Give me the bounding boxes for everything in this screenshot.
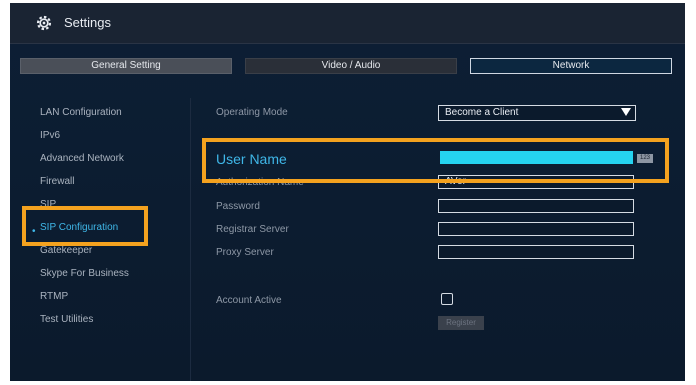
title-bar: Settings	[10, 3, 685, 44]
tab-bar: General Setting Video / Audio Network	[20, 58, 675, 74]
sidebar-item-firewall[interactable]: Firewall	[40, 176, 74, 187]
sidebar-item-skype-for-business[interactable]: Skype For Business	[40, 268, 129, 279]
settings-screen: Settings General Setting Video / Audio N…	[10, 3, 685, 381]
operating-mode-select[interactable]: Become a Client	[438, 105, 636, 121]
operating-mode-value: Become a Client	[445, 107, 519, 118]
password-input[interactable]	[438, 199, 634, 213]
tab-network[interactable]: Network	[470, 58, 672, 74]
sidebar-item-test-utilities[interactable]: Test Utilities	[40, 314, 93, 325]
account-active-label: Account Active	[216, 295, 282, 306]
sidebar-item-gatekeeper[interactable]: Gatekeeper	[40, 245, 92, 256]
password-label: Password	[216, 201, 260, 212]
sidebar-item-rtmp[interactable]: RTMP	[40, 291, 68, 302]
dropdown-arrow-icon	[621, 108, 631, 116]
account-active-checkbox[interactable]	[441, 293, 453, 305]
gear-icon	[36, 15, 52, 31]
sidebar-item-lan-configuration[interactable]: LAN Configuration	[40, 107, 122, 118]
page-title: Settings	[64, 15, 111, 30]
tab-video-audio[interactable]: Video / Audio	[245, 58, 457, 74]
sidebar-item-advanced-network[interactable]: Advanced Network	[40, 153, 124, 164]
operating-mode-label: Operating Mode	[216, 107, 288, 118]
register-button[interactable]: Register	[438, 316, 484, 330]
registrar-server-input[interactable]	[438, 222, 634, 236]
proxy-server-label: Proxy Server	[216, 247, 274, 258]
sip-configuration-highlight	[22, 206, 148, 246]
sidebar-item-ipv6[interactable]: IPv6	[40, 130, 60, 141]
registrar-server-label: Registrar Server	[216, 224, 289, 235]
user-name-highlight	[202, 138, 669, 183]
proxy-server-input[interactable]	[438, 245, 634, 259]
tab-general-setting[interactable]: General Setting	[20, 58, 232, 74]
